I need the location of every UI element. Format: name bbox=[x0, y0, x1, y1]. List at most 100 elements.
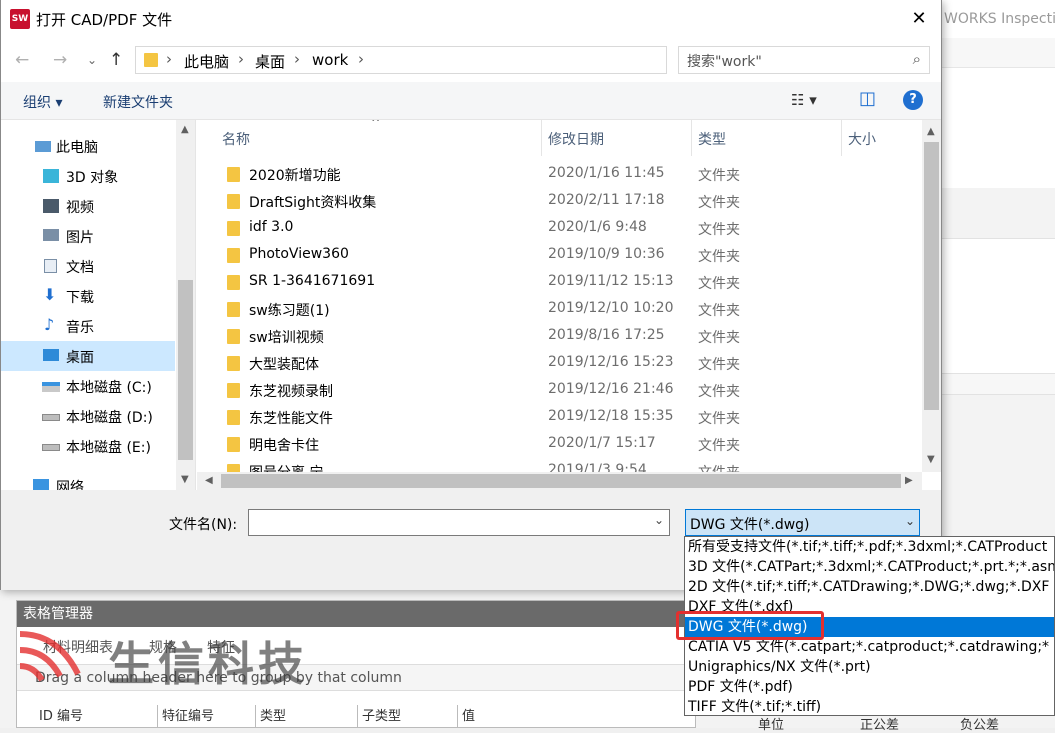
background-app-title: WORKS Inspection bbox=[942, 0, 1055, 38]
view-options-icon[interactable]: ☷ ▾ bbox=[791, 91, 817, 109]
scroll-right-arrow[interactable]: ▶ bbox=[905, 475, 913, 486]
folder-icon bbox=[227, 248, 240, 263]
nav-item-downloads[interactable]: ⬇ 下载 bbox=[1, 281, 175, 311]
scroll-down-arrow[interactable]: ▼ bbox=[927, 454, 935, 465]
nav-item-network[interactable]: 网络 bbox=[1, 471, 175, 490]
column-header[interactable]: 值 bbox=[457, 705, 475, 727]
column-header-size[interactable]: 大小 bbox=[842, 120, 922, 156]
breadcrumb-this-pc[interactable]: 此电脑 bbox=[184, 51, 229, 72]
column-header[interactable]: ID 编号 bbox=[35, 705, 83, 727]
3d-objects-icon bbox=[43, 169, 59, 183]
back-button[interactable]: ← bbox=[15, 50, 29, 70]
music-icon: ♪ bbox=[44, 315, 55, 334]
column-header-type[interactable]: 类型 bbox=[692, 120, 840, 156]
recent-locations-dropdown[interactable]: ⌄ bbox=[87, 53, 97, 67]
file-type: 文件夹 bbox=[698, 276, 740, 292]
scroll-up-arrow[interactable]: ▲ bbox=[927, 126, 935, 137]
tab-features[interactable]: 特征 bbox=[207, 637, 235, 657]
file-row[interactable]: 大型装配体 2019/12/16 15:23 文件夹 bbox=[197, 350, 922, 377]
breadcrumb-separator[interactable]: › bbox=[166, 50, 172, 68]
address-bar[interactable]: › 此电脑 › 桌面 › work › ⌄ ⟳ bbox=[135, 46, 795, 74]
file-type-option[interactable]: PDF 文件(*.pdf) bbox=[685, 677, 1054, 697]
nav-item-drive-d[interactable]: 本地磁盘 (D:) bbox=[1, 401, 175, 431]
search-input[interactable]: 搜索"work" ⌕ bbox=[678, 46, 930, 74]
file-row[interactable]: sw培训视频 2019/8/16 17:25 文件夹 bbox=[197, 323, 922, 350]
file-name: sw培训视频 bbox=[249, 330, 324, 346]
file-type-option[interactable]: DXF 文件(*.dxf) bbox=[685, 597, 1054, 617]
preview-pane-icon[interactable]: ◫ bbox=[859, 88, 876, 109]
nav-item-pictures[interactable]: 图片 bbox=[1, 221, 175, 251]
file-row[interactable]: 2020新增功能 2020/1/16 11:45 文件夹 bbox=[197, 161, 922, 188]
background-panel bbox=[942, 238, 1055, 373]
new-folder-button[interactable]: 新建文件夹 bbox=[103, 92, 173, 112]
file-row[interactable]: PhotoView360 2019/10/9 10:36 文件夹 bbox=[197, 242, 922, 269]
column-header[interactable]: 负公差 bbox=[960, 714, 999, 733]
organize-button[interactable]: 组织 ▾ bbox=[23, 92, 62, 112]
column-header[interactable]: 子类型 bbox=[357, 705, 401, 727]
nav-item-3d-objects[interactable]: 3D 对象 bbox=[1, 161, 175, 191]
file-type-option[interactable]: TIFF 文件(*.tif;*.tiff) bbox=[685, 697, 1054, 715]
nav-item-this-pc[interactable]: 此电脑 bbox=[1, 131, 175, 161]
nav-item-desktop[interactable]: 桌面 bbox=[1, 341, 175, 371]
nav-item-videos[interactable]: 视频 bbox=[1, 191, 175, 221]
file-type-select[interactable]: DWG 文件(*.dwg) ⌄ bbox=[685, 509, 920, 536]
nav-scrollbar-thumb[interactable] bbox=[178, 280, 193, 460]
nav-item-documents[interactable]: 文档 bbox=[1, 251, 175, 281]
column-header[interactable]: 特征编号 bbox=[157, 705, 214, 727]
nav-item-label: 图片 bbox=[66, 230, 94, 246]
breadcrumb-separator[interactable]: › bbox=[294, 50, 300, 68]
nav-item-drive-e[interactable]: 本地磁盘 (E:) bbox=[1, 431, 175, 461]
nav-item-music[interactable]: ♪ 音乐 bbox=[1, 311, 175, 341]
folder-icon bbox=[227, 437, 240, 452]
file-row[interactable]: SR 1-3641671691 2019/11/12 15:13 文件夹 bbox=[197, 269, 922, 296]
breadcrumb-work[interactable]: work bbox=[312, 51, 348, 69]
tab-specs[interactable]: 规格 bbox=[149, 637, 177, 657]
file-row[interactable]: 明电舍卡住 2020/1/7 15:17 文件夹 bbox=[197, 431, 922, 458]
file-name: 东芝性能文件 bbox=[249, 411, 333, 427]
file-type-option-highlighted[interactable]: DWG 文件(*.dwg) bbox=[685, 617, 1054, 637]
column-header[interactable]: 单位 bbox=[758, 714, 784, 733]
column-header[interactable]: 类型 bbox=[255, 705, 286, 727]
column-label: 大小 bbox=[848, 132, 876, 148]
file-row[interactable]: DraftSight资料收集 2020/2/11 17:18 文件夹 bbox=[197, 188, 922, 215]
file-type-option[interactable]: CATIA V5 文件(*.catpart;*.catproduct;*.cat… bbox=[685, 637, 1054, 657]
file-type: 文件夹 bbox=[698, 330, 740, 346]
scroll-down-arrow[interactable]: ▼ bbox=[181, 474, 189, 485]
scroll-left-arrow[interactable]: ◀ bbox=[205, 475, 213, 486]
address-row: ← → ⌄ ↑ › 此电脑 › 桌面 › work › ⌄ ⟳ 搜索"work"… bbox=[1, 38, 941, 82]
file-type-option[interactable]: Unigraphics/NX 文件(*.prt) bbox=[685, 657, 1054, 677]
breadcrumb-separator[interactable]: › bbox=[358, 50, 364, 68]
forward-button[interactable]: → bbox=[53, 50, 67, 70]
breadcrumb-desktop[interactable]: 桌面 bbox=[255, 51, 285, 72]
file-list-horizontal-scrollbar-thumb[interactable] bbox=[221, 474, 901, 488]
filename-input[interactable]: ⌄ bbox=[248, 509, 670, 536]
file-list-vertical-scrollbar-thumb[interactable] bbox=[924, 142, 939, 410]
help-icon[interactable]: ? bbox=[903, 90, 923, 110]
column-header-modified[interactable]: 修改日期 bbox=[542, 120, 690, 156]
file-row[interactable]: 东芝视频录制 2019/12/16 21:46 文件夹 bbox=[197, 377, 922, 404]
nav-item-drive-c[interactable]: 本地磁盘 (C:) bbox=[1, 371, 175, 401]
file-row[interactable]: sw练习题(1) 2019/12/10 10:20 文件夹 bbox=[197, 296, 922, 323]
up-button[interactable]: ↑ bbox=[109, 50, 123, 70]
close-button[interactable]: ✕ bbox=[905, 6, 933, 32]
file-row[interactable]: 东芝性能文件 2019/12/18 15:35 文件夹 bbox=[197, 404, 922, 431]
video-icon bbox=[43, 199, 59, 213]
file-type: 文件夹 bbox=[698, 438, 740, 454]
scroll-up-arrow[interactable]: ▲ bbox=[181, 124, 189, 135]
file-type: 文件夹 bbox=[698, 303, 740, 319]
file-list: 名称 ^ 修改日期 类型 大小 2020新增功能 2020/1/16 11:45 文… bbox=[197, 120, 941, 490]
column-header-name[interactable]: 名称 ^ bbox=[197, 120, 541, 156]
file-row[interactable]: idf 3.0 2020/1/6 9:48 文件夹 bbox=[197, 215, 922, 242]
tab-bom[interactable]: 材料明细表 bbox=[43, 637, 113, 657]
file-type-option[interactable]: 2D 文件(*.tif;*.tiff;*.CATDrawing;*.DWG;*.… bbox=[685, 577, 1054, 597]
folder-icon bbox=[227, 410, 240, 425]
column-header[interactable]: 正公差 bbox=[860, 714, 899, 733]
breadcrumb-separator[interactable]: › bbox=[238, 50, 244, 68]
file-type-option[interactable]: 所有受支持文件(*.tif;*.tiff;*.pdf;*.3dxml;*.CAT… bbox=[685, 537, 1054, 557]
file-date: 2019/10/9 10:36 bbox=[548, 246, 665, 262]
column-label: 修改日期 bbox=[548, 132, 604, 148]
file-type-option[interactable]: 3D 文件(*.CATPart;*.3dxml;*.CATProduct;*.p… bbox=[685, 557, 1054, 577]
file-date: 2019/12/16 15:23 bbox=[548, 354, 674, 370]
group-by-hint: Drag a column header here to group by th… bbox=[17, 665, 695, 691]
chevron-down-icon[interactable]: ⌄ bbox=[654, 513, 664, 527]
